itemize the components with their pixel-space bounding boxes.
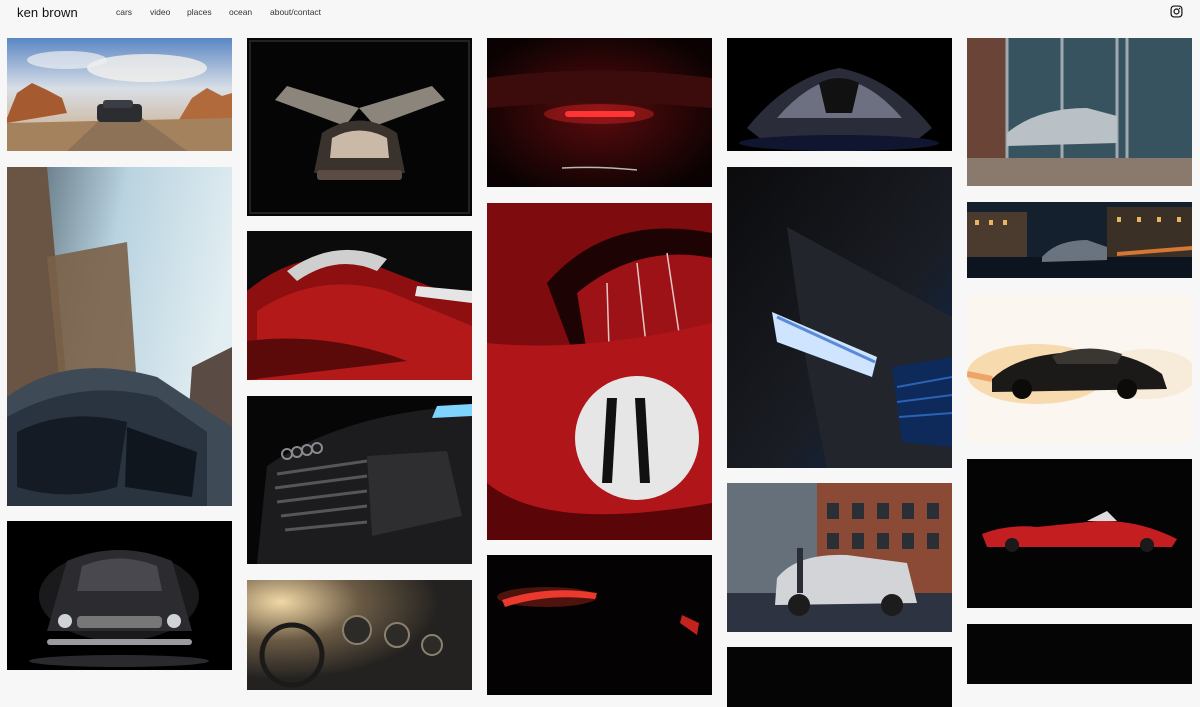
photo-vintage-dashboard[interactable]	[247, 580, 472, 690]
nav-item-video[interactable]: video	[150, 7, 170, 17]
photo-dark-bottom-tile[interactable]	[967, 624, 1192, 684]
site-brand[interactable]: ken brown	[17, 5, 78, 20]
nav-item-places[interactable]: places	[187, 7, 212, 17]
instagram-icon[interactable]	[1170, 5, 1183, 18]
photo-supercar-front-dark[interactable]	[727, 38, 952, 151]
nav-item-ocean[interactable]: ocean	[229, 7, 252, 17]
site-header: ken brown cars video places ocean about/…	[0, 0, 1200, 28]
photo-desert-suv[interactable]	[7, 38, 232, 151]
photo-suv-brick-building[interactable]	[727, 483, 952, 632]
photo-classic-coupe-white[interactable]	[967, 294, 1192, 443]
photo-suv-glass-reflection[interactable]	[967, 38, 1192, 186]
photo-classic-car-front-dark[interactable]	[7, 521, 232, 670]
photo-red-number-11-racer[interactable]	[487, 203, 712, 540]
photo-audi-grille[interactable]	[247, 396, 472, 564]
photo-gullwing-doors[interactable]	[247, 38, 472, 216]
photo-red-roadster-black[interactable]	[967, 459, 1192, 608]
nav-item-cars[interactable]: cars	[116, 7, 132, 17]
photo-bmw-skyscrapers[interactable]	[7, 167, 232, 506]
photo-maserati-taillight[interactable]	[487, 38, 712, 187]
photo-city-night-car[interactable]	[967, 202, 1192, 278]
photo-audi-headlight-blue[interactable]	[727, 167, 952, 468]
photo-red-race-car-curves[interactable]	[247, 231, 472, 380]
photo-dark-bottom-tile[interactable]	[727, 647, 952, 707]
nav-item-about-contact[interactable]: about/contact	[270, 7, 321, 17]
photo-red-light-streak[interactable]	[487, 555, 712, 695]
